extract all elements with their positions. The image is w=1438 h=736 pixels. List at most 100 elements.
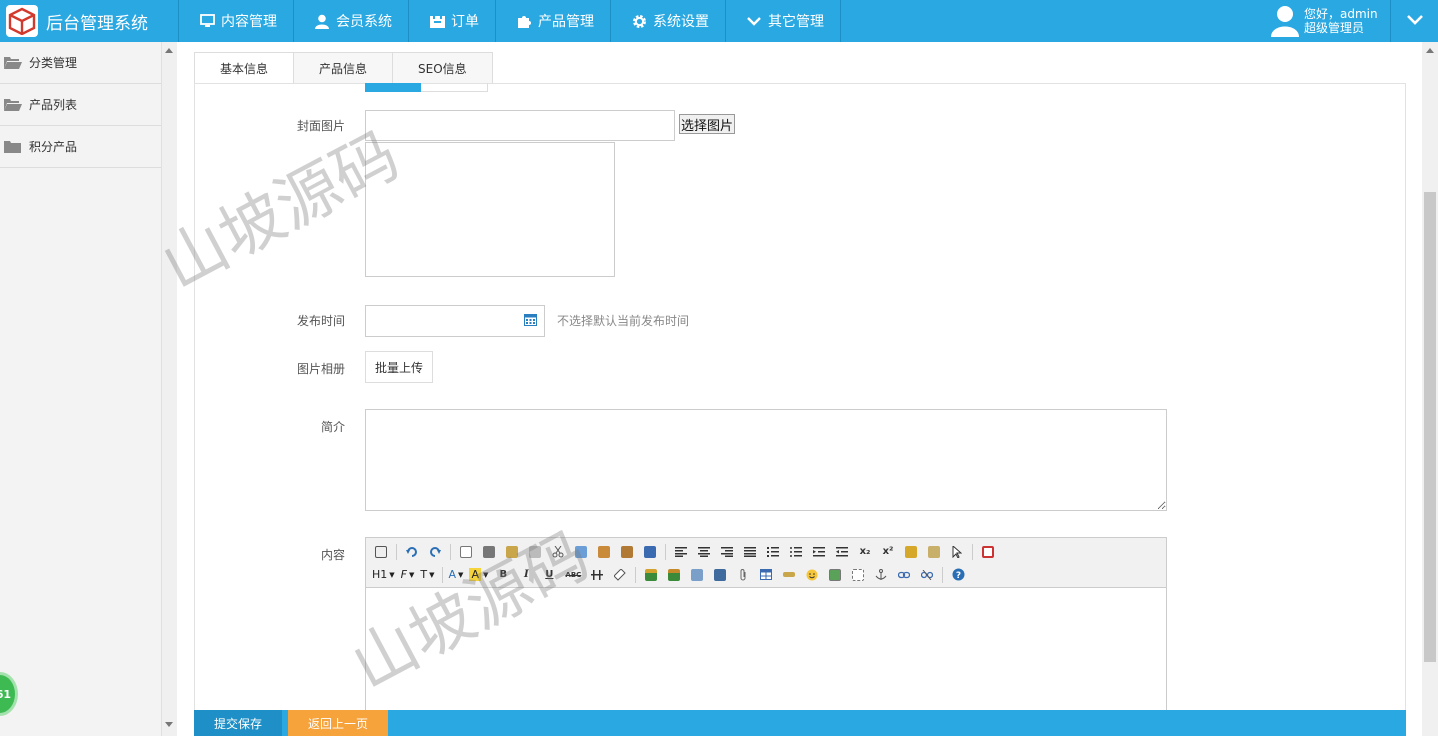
outdent-icon[interactable] [833, 543, 851, 561]
toolbar-row-1: x₂ x² [372, 540, 1160, 563]
floating-badge[interactable]: 61 [0, 672, 18, 716]
user-info[interactable]: 您好，admin 超级管理员 [1270, 4, 1378, 38]
scroll-up-icon[interactable] [165, 48, 173, 53]
unordered-list-icon[interactable] [787, 543, 805, 561]
nav-item-members[interactable]: 会员系统 [293, 0, 408, 42]
sidebar-scrollbar[interactable] [162, 42, 177, 736]
superscript-icon[interactable]: x² [879, 543, 897, 561]
sidebar-item-label: 积分产品 [29, 140, 78, 154]
source-icon[interactable] [372, 543, 390, 561]
sidebar-item-points-products[interactable]: 积分产品 [0, 126, 161, 168]
strikethrough-icon[interactable]: ABC [563, 566, 583, 584]
underline-icon[interactable]: U [540, 566, 558, 584]
insert-image-icon[interactable] [642, 566, 660, 584]
content-label: 内容 [320, 548, 345, 562]
user-role: 超级管理员 [1304, 21, 1365, 35]
media-icon[interactable] [711, 566, 729, 584]
font-size-dropdown[interactable]: T ▼ [420, 566, 434, 584]
svg-text:?: ? [956, 571, 961, 581]
eraser-icon[interactable] [611, 566, 629, 584]
page-scrollbar[interactable] [1422, 42, 1438, 736]
table-icon[interactable] [757, 566, 775, 584]
publish-time-input[interactable] [365, 305, 545, 337]
toolbar-row-2: H1 ▼ F ▼ T ▼ A ▼ A ▼ B I U ABC ? [372, 563, 1160, 586]
nav-item-orders[interactable]: 订单 [408, 0, 495, 42]
flash-icon[interactable] [688, 566, 706, 584]
italic-icon[interactable]: I [517, 566, 535, 584]
tab-product-info[interactable]: 产品信息 [293, 52, 393, 84]
tab-basic-info[interactable]: 基本信息 [194, 52, 294, 84]
intro-textarea[interactable] [365, 409, 1167, 511]
user-icon [314, 13, 330, 29]
sidebar-item-product-list[interactable]: 产品列表 [0, 84, 161, 126]
image-icon[interactable] [826, 566, 844, 584]
subscript-icon[interactable]: x₂ [856, 543, 874, 561]
submit-button[interactable]: 提交保存 [194, 710, 282, 736]
paste-word-icon[interactable] [641, 543, 659, 561]
toolbar-divider [635, 566, 637, 583]
emoticon-icon[interactable] [803, 566, 821, 584]
hr-icon[interactable] [588, 566, 606, 584]
editor-content-area[interactable] [366, 588, 1166, 727]
help-icon[interactable]: ? [949, 566, 967, 584]
size-label: T [420, 568, 428, 581]
user-menu-toggle[interactable] [1390, 0, 1438, 42]
copy-icon[interactable] [572, 543, 590, 561]
scroll-up-icon[interactable] [1426, 48, 1434, 53]
cut-icon[interactable] [549, 543, 567, 561]
indent-icon[interactable] [810, 543, 828, 561]
tab-seo-info[interactable]: SEO信息 [392, 52, 493, 84]
fullscreen-icon[interactable] [979, 543, 997, 561]
logo[interactable]: 后台管理系统 [0, 0, 178, 42]
back-button[interactable]: 返回上一页 [288, 710, 388, 736]
nav-item-settings[interactable]: 系统设置 [610, 0, 725, 42]
scrollbar-thumb[interactable] [1424, 192, 1436, 662]
sidebar-item-categories[interactable]: 分类管理 [0, 42, 161, 84]
heading-dropdown[interactable]: H1 ▼ [372, 566, 395, 584]
clear-format-icon[interactable] [902, 543, 920, 561]
caret-down-icon: ▼ [389, 570, 395, 579]
redo-icon[interactable] [426, 543, 444, 561]
intro-label: 简介 [320, 420, 345, 434]
paste-text-icon[interactable] [618, 543, 636, 561]
anchor-icon[interactable] [872, 566, 890, 584]
link-icon[interactable] [895, 566, 913, 584]
page-break-icon[interactable] [849, 566, 867, 584]
inner-tab-active[interactable] [365, 83, 421, 92]
insert-row-icon[interactable] [780, 566, 798, 584]
bold-icon[interactable]: B [494, 566, 512, 584]
undo-icon[interactable] [403, 543, 421, 561]
align-center-icon[interactable] [695, 543, 713, 561]
print-icon[interactable] [480, 543, 498, 561]
select-all-icon[interactable] [925, 543, 943, 561]
font-family-dropdown[interactable]: F ▼ [401, 566, 415, 584]
unlink-icon[interactable] [918, 566, 936, 584]
nav-item-products[interactable]: 产品管理 [495, 0, 610, 42]
align-left-icon[interactable] [672, 543, 690, 561]
calendar-icon[interactable] [524, 313, 537, 329]
cursor-icon[interactable] [948, 543, 966, 561]
nav-item-label: 内容管理 [221, 14, 277, 30]
nav-item-other[interactable]: 其它管理 [725, 0, 841, 42]
toolbar-divider [665, 543, 666, 560]
multi-image-icon[interactable] [665, 566, 683, 584]
scroll-down-icon[interactable] [165, 722, 173, 727]
batch-upload-button[interactable]: 批量上传 [365, 351, 433, 383]
code-icon[interactable] [526, 543, 544, 561]
toolbar-divider [450, 543, 451, 560]
font-color-dropdown[interactable]: A ▼ [449, 566, 464, 584]
nav-item-label: 产品管理 [538, 14, 594, 30]
highlight-dropdown[interactable]: A ▼ [469, 566, 488, 584]
main-content: 基本信息 产品信息 SEO信息 封面图片 选择图片 发布时间 不选择默认当前发布… [177, 42, 1422, 736]
paste-icon[interactable] [595, 543, 613, 561]
template-icon[interactable] [503, 543, 521, 561]
justify-icon[interactable] [741, 543, 759, 561]
attachment-icon[interactable] [734, 566, 752, 584]
align-right-icon[interactable] [718, 543, 736, 561]
ordered-list-icon[interactable] [764, 543, 782, 561]
preview-icon[interactable] [457, 543, 475, 561]
nav-item-content[interactable]: 内容管理 [178, 0, 293, 42]
choose-image-button[interactable]: 选择图片 [679, 114, 735, 134]
folder-open-icon [4, 98, 22, 112]
cover-image-input[interactable] [365, 110, 675, 141]
